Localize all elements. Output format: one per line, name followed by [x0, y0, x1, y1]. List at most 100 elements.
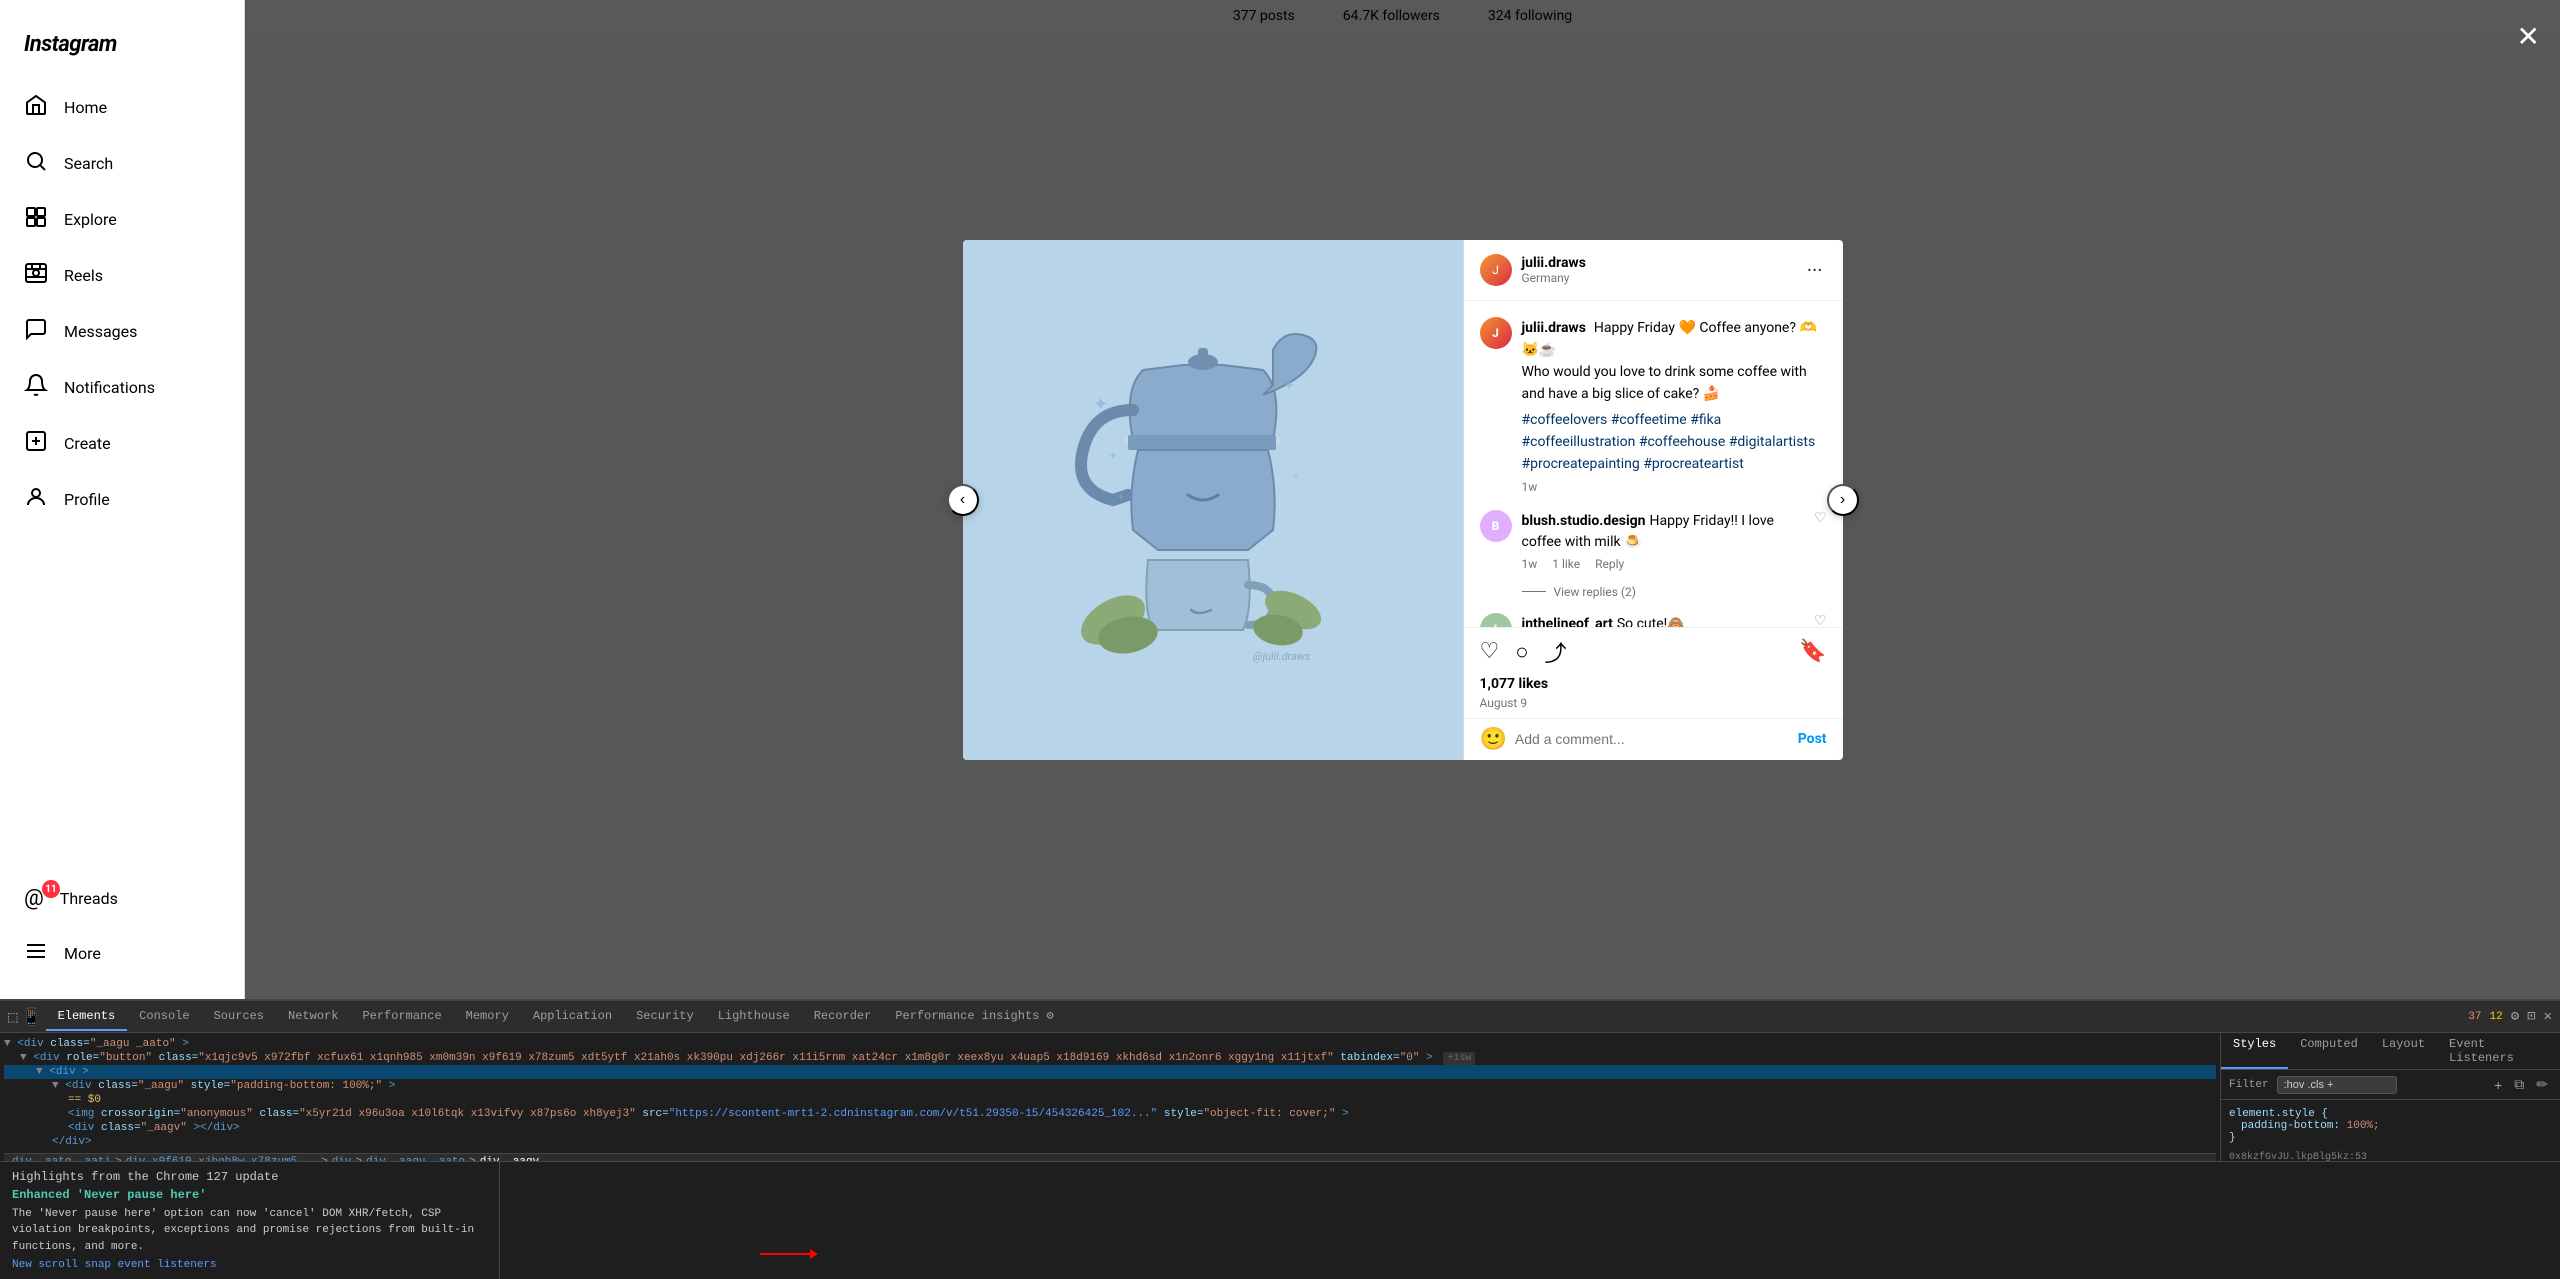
devtools-tab-network[interactable]: Network: [276, 1003, 350, 1031]
devtools-tab-security[interactable]: Security: [624, 1003, 706, 1031]
new-scroll-link[interactable]: New scroll snap event listeners: [12, 1259, 217, 1271]
devtools-announcements: Highlights from the Chrome 127 update En…: [0, 1162, 500, 1279]
style-filter-input[interactable]: [2277, 1076, 2397, 1094]
explore-icon: [24, 205, 48, 233]
caption-subtext: Who would you love to drink some coffee …: [1522, 364, 1807, 402]
devtools-tab-performance-insights[interactable]: Performance insights ⚙: [883, 1002, 1065, 1031]
post-comments[interactable]: J julii.draws Happy Friday 🧡 Coffee anyo…: [1464, 301, 1843, 627]
devtools-content: ▼ <div class="_aagu _aato" > ▼ <div role…: [0, 1033, 2560, 1161]
commenter-username-0: blush.studio.design: [1522, 513, 1646, 529]
filter-label: Filter: [2229, 1079, 2269, 1091]
devtools-error-count: 37: [2468, 1011, 2481, 1023]
devtools-tab-sources[interactable]: Sources: [202, 1003, 276, 1031]
devtools-warning-count: 12: [2489, 1011, 2502, 1023]
create-icon: [24, 429, 48, 457]
html-line[interactable]: ▼ <div class="_aagu _aato" >: [4, 1037, 2216, 1051]
post-author-avatar: J: [1480, 254, 1512, 286]
devtools-close-icon[interactable]: ✕: [2544, 1008, 2552, 1025]
share-button[interactable]: ⤴: [1545, 636, 1567, 668]
sidebar-item-reels[interactable]: Reels: [12, 249, 232, 301]
enhanced-description: The 'Never pause here' option can now 'c…: [12, 1206, 487, 1256]
post-header-more-button[interactable]: ···: [1803, 254, 1827, 286]
enhanced-title: Enhanced 'Never pause here': [12, 1188, 487, 1202]
sidebar-item-home[interactable]: Home: [12, 81, 232, 133]
sidebar-item-label-explore: Explore: [64, 210, 117, 229]
devtools-bottom-bar: Highlights from the Chrome 127 update En…: [0, 1161, 2560, 1279]
copy-style-icon[interactable]: ⧉: [2510, 1074, 2528, 1095]
add-style-icon[interactable]: +: [2490, 1074, 2506, 1095]
devtools-styles-tabs: Styles Computed Layout Event Listeners: [2221, 1033, 2560, 1070]
devtools-panel: ⬚ 📱 Elements Console Sources Network Per…: [0, 999, 2560, 1279]
new-scroll-snap: New scroll snap event listeners: [12, 1259, 487, 1271]
sidebar-item-notifications[interactable]: Notifications: [12, 361, 232, 413]
devtools-focus-icon[interactable]: ⊡: [2527, 1008, 2535, 1025]
sidebar-item-create[interactable]: Create: [12, 417, 232, 469]
sidebar-item-threads[interactable]: 11 @ Threads: [12, 874, 232, 923]
html-line[interactable]: ▼ <div class="_aagu" style="padding-bott…: [4, 1079, 2216, 1093]
sidebar-item-label-notifications: Notifications: [64, 378, 155, 397]
comment-input[interactable]: [1515, 731, 1798, 747]
svg-text:+: +: [1118, 492, 1124, 503]
new-style-rule-icon[interactable]: ✏: [2532, 1074, 2552, 1095]
devtools-styles-tab-layout[interactable]: Layout: [2370, 1033, 2437, 1069]
sidebar-item-messages[interactable]: Messages: [12, 305, 232, 357]
devtools-tab-performance[interactable]: Performance: [350, 1003, 453, 1031]
sidebar-item-profile[interactable]: Profile: [12, 473, 232, 525]
devtools-styles-tab-event-listeners[interactable]: Event Listeners: [2437, 1033, 2560, 1069]
chrome-update-title: Highlights from the Chrome 127 update: [12, 1170, 487, 1184]
devtools-tab-memory[interactable]: Memory: [454, 1003, 521, 1031]
caption-username: julii.draws: [1522, 320, 1586, 336]
sidebar-item-more[interactable]: More: [12, 927, 232, 979]
main-area: Instagram Home Search Explore: [0, 0, 2560, 999]
html-line[interactable]: == $0: [4, 1093, 2216, 1107]
post-next-button[interactable]: ›: [1827, 484, 1859, 516]
post-prev-button[interactable]: ‹: [947, 484, 979, 516]
comment-like-icon-1[interactable]: ♡: [1814, 613, 1827, 627]
html-line-selected[interactable]: ▼ <div >: [4, 1065, 2216, 1079]
filter-icons: + ⧉ ✏: [2490, 1074, 2552, 1095]
post-header: J julii.draws Germany ···: [1464, 240, 1843, 301]
caption-time: 1w: [1522, 480, 1827, 494]
html-line[interactable]: ▼ <div role="button" class="x1qjc9v5 x97…: [4, 1051, 2216, 1065]
caption-avatar: J: [1480, 317, 1512, 349]
comment-text-1: So cute!🙈: [1617, 616, 1685, 627]
sidebar-item-label-messages: Messages: [64, 322, 137, 341]
comment-reply-button-0[interactable]: Reply: [1595, 557, 1624, 571]
svg-text:✦: ✦: [1108, 449, 1118, 463]
html-line[interactable]: <div class="_aagv" ></div>: [4, 1121, 2216, 1135]
html-line[interactable]: </div>: [4, 1135, 2216, 1149]
devtools-tab-application[interactable]: Application: [521, 1003, 624, 1031]
instagram-logo[interactable]: Instagram: [12, 16, 232, 81]
html-line[interactable]: <img crossorigin="anonymous" class="x5yr…: [4, 1107, 2216, 1121]
like-button[interactable]: ♡: [1480, 639, 1500, 664]
post-modal-overlay[interactable]: ✕ ‹ ›: [245, 0, 2560, 999]
save-button[interactable]: 🔖: [1799, 639, 1826, 664]
commenter-username-1: inthelineof_art: [1522, 616, 1613, 627]
devtools-filter-bar: Filter + ⧉ ✏: [2221, 1070, 2560, 1100]
devtools-toolbar: ⬚ 📱 Elements Console Sources Network Per…: [0, 1001, 2560, 1033]
devtools-tab-lighthouse[interactable]: Lighthouse: [706, 1003, 802, 1031]
sidebar-item-label-create: Create: [64, 434, 111, 453]
devtools-device-icon[interactable]: 📱: [22, 1007, 42, 1027]
devtools-styles-tab-computed[interactable]: Computed: [2288, 1033, 2370, 1069]
threads-icon: @: [24, 886, 44, 911]
devtools-tab-elements[interactable]: Elements: [46, 1003, 128, 1031]
sidebar-item-explore[interactable]: Explore: [12, 193, 232, 245]
close-modal-button[interactable]: ✕: [2517, 20, 2540, 53]
sidebar-item-search[interactable]: Search: [12, 137, 232, 189]
post-modal-wrapper: ‹ ›: [963, 240, 1843, 760]
devtools-tab-console[interactable]: Console: [127, 1003, 201, 1031]
devtools-tab-recorder[interactable]: Recorder: [802, 1003, 884, 1031]
devtools-inspect-icon[interactable]: ⬚: [8, 1007, 18, 1027]
devtools-styles-tab-styles[interactable]: Styles: [2221, 1033, 2288, 1069]
view-replies-0[interactable]: View replies (2): [1522, 585, 1827, 599]
messages-icon: [24, 317, 48, 345]
devtools-settings-icon[interactable]: ⚙: [2511, 1008, 2519, 1025]
notifications-icon: [24, 373, 48, 401]
more-icon: [24, 939, 48, 967]
post-comment-button[interactable]: Post: [1798, 731, 1827, 747]
emoji-picker-button[interactable]: 🙂: [1480, 727, 1507, 752]
comment-like-icon-0[interactable]: ♡: [1814, 510, 1827, 571]
post-action-icons: ♡ ○ ⤴ 🔖: [1480, 636, 1827, 668]
comment-button[interactable]: ○: [1515, 639, 1528, 665]
